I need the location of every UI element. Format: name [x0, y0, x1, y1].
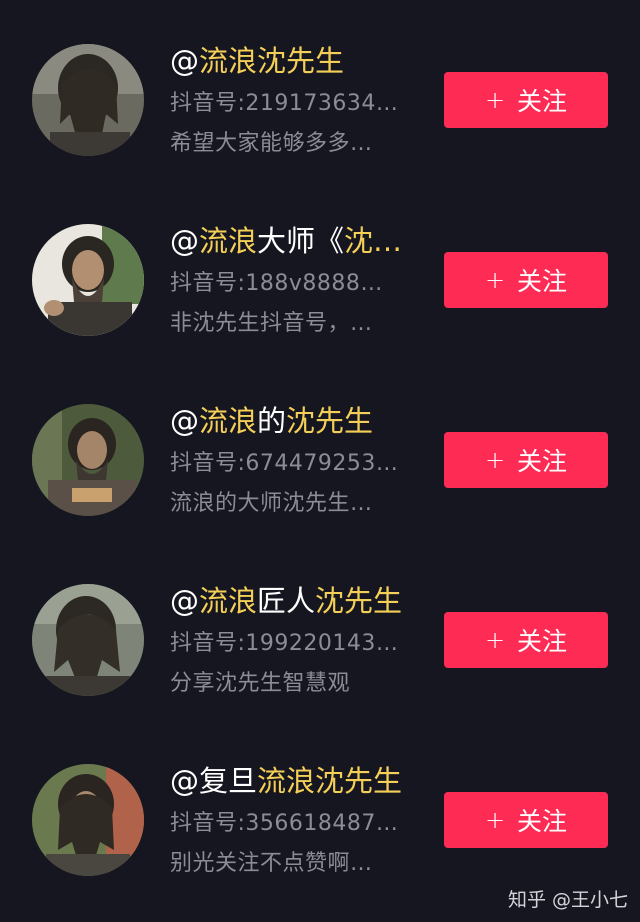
user-bio: 流浪的大师沈先生…: [170, 491, 373, 516]
user-id: 抖音号:356618487…: [170, 811, 399, 836]
user-id: 抖音号:219173634…: [170, 91, 399, 116]
user-name[interactable]: @流浪的沈先生: [170, 404, 373, 438]
user-bio: 别光关注不点赞啊…: [170, 851, 373, 876]
plus-icon: +: [484, 266, 506, 294]
follow-label: 关注: [517, 447, 568, 476]
user-name[interactable]: @流浪大师《沈…: [170, 224, 402, 258]
user-name[interactable]: @流浪匠人沈先生: [170, 584, 402, 618]
avatar[interactable]: [32, 584, 144, 696]
user-name[interactable]: @复旦流浪沈先生: [170, 764, 402, 798]
follow-label: 关注: [517, 627, 568, 656]
list-item[interactable]: @流浪的沈先生 抖音号:674479253… 流浪的大师沈先生… + 关注: [0, 372, 640, 552]
user-id: 抖音号:674479253…: [170, 451, 399, 476]
follow-button[interactable]: + 关注: [444, 432, 608, 488]
user-bio: 非沈先生抖音号，…: [170, 311, 373, 336]
plus-icon: +: [484, 626, 506, 654]
follow-button[interactable]: + 关注: [444, 252, 608, 308]
list-item[interactable]: @流浪大师《沈… 抖音号:188v8888… 非沈先生抖音号，… + 关注: [0, 192, 640, 372]
plus-icon: +: [484, 86, 506, 114]
user-id: 抖音号:199220143…: [170, 631, 399, 656]
list-item[interactable]: @流浪匠人沈先生 抖音号:199220143… 分享沈先生智慧观 + 关注: [0, 552, 640, 732]
follow-label: 关注: [517, 87, 568, 116]
plus-icon: +: [484, 446, 506, 474]
follow-button[interactable]: + 关注: [444, 792, 608, 848]
avatar[interactable]: [32, 44, 144, 156]
user-bio: 希望大家能够多多…: [170, 131, 373, 156]
follow-button[interactable]: + 关注: [444, 72, 608, 128]
follow-label: 关注: [517, 267, 568, 296]
user-id: 抖音号:188v8888…: [170, 271, 383, 296]
avatar[interactable]: [32, 224, 144, 336]
avatar[interactable]: [32, 404, 144, 516]
follow-button[interactable]: + 关注: [444, 612, 608, 668]
plus-icon: +: [484, 806, 506, 834]
avatar[interactable]: [32, 764, 144, 876]
user-name[interactable]: @流浪沈先生: [170, 44, 344, 78]
user-bio: 分享沈先生智慧观: [170, 671, 351, 696]
watermark: 知乎 @王小七: [507, 889, 628, 911]
follow-label: 关注: [517, 807, 568, 836]
list-item[interactable]: @流浪沈先生 抖音号:219173634… 希望大家能够多多… + 关注: [0, 12, 640, 192]
